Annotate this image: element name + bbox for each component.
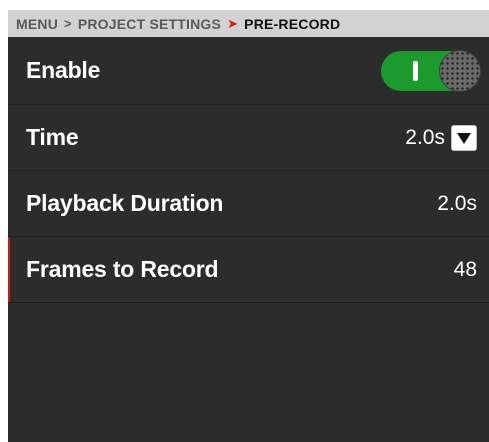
playback-duration-value: 2.0s: [437, 191, 477, 215]
breadcrumb-separator: >: [64, 16, 72, 31]
toggle-on-indicator: [413, 60, 418, 81]
breadcrumb-menu[interactable]: MENU: [16, 16, 58, 32]
enable-row[interactable]: Enable: [8, 37, 489, 105]
breadcrumb-project-settings[interactable]: PROJECT SETTINGS: [78, 16, 221, 32]
frames-to-record-label: Frames to Record: [26, 256, 219, 282]
breadcrumb-current: PRE-RECORD: [244, 15, 341, 32]
breadcrumb: MENU > PROJECT SETTINGS ➤ PRE-RECORD: [8, 10, 489, 37]
time-value: 2.0s: [405, 125, 445, 149]
enable-label: Enable: [26, 57, 101, 83]
frames-to-record-row[interactable]: Frames to Record 48: [8, 237, 489, 303]
time-row[interactable]: Time 2.0s: [8, 105, 489, 171]
chevron-down-icon[interactable]: [451, 124, 477, 151]
time-dropdown[interactable]: 2.0s: [405, 124, 477, 151]
selection-indicator: [8, 237, 10, 302]
frames-to-record-value: 48: [453, 257, 477, 281]
time-label: Time: [26, 124, 79, 150]
pre-record-screen: MENU > PROJECT SETTINGS ➤ PRE-RECORD Ena…: [8, 10, 489, 442]
toggle-knob[interactable]: [439, 49, 481, 92]
playback-duration-label: Playback Duration: [26, 190, 224, 216]
breadcrumb-active-separator: ➤: [227, 15, 239, 31]
enable-toggle[interactable]: [381, 49, 481, 92]
playback-duration-row[interactable]: Playback Duration 2.0s: [8, 171, 489, 237]
